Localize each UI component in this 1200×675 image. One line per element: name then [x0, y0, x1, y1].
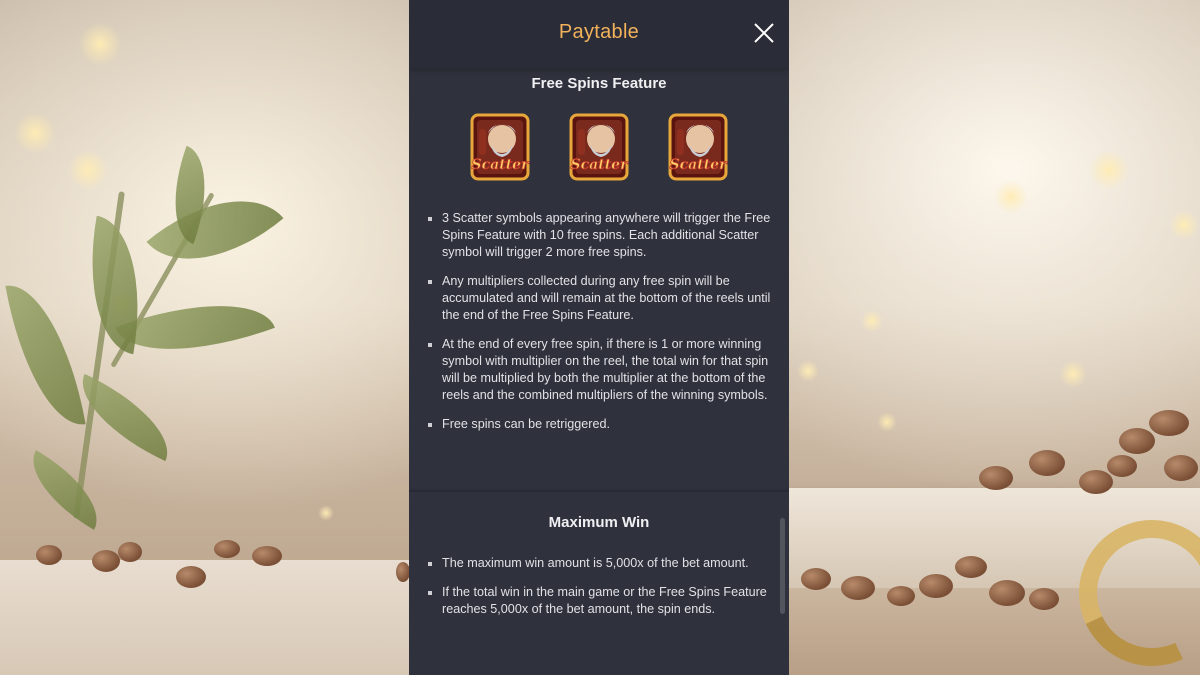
- page-title: Paytable: [558, 21, 640, 43]
- panel-header: Paytable: [409, 0, 789, 68]
- game-screen: Paytable Free Spins Feature Scatter Scat…: [0, 0, 1200, 675]
- scrollbar[interactable]: [780, 68, 785, 675]
- svg-text:Scatter: Scatter: [472, 157, 531, 173]
- close-button[interactable]: [751, 20, 777, 46]
- scatter-symbol-icon: Scatter: [568, 111, 630, 183]
- maximum-win-section: Maximum Win The maximum win amount is 5,…: [409, 490, 789, 675]
- list-item: If the total win in the main game or the…: [427, 584, 771, 618]
- maximum-win-rules: The maximum win amount is 5,000x of the …: [427, 555, 771, 630]
- paytable-content[interactable]: Free Spins Feature Scatter Scatter Scatt…: [409, 68, 789, 675]
- scatter-symbol-icon: Scatter: [469, 111, 531, 183]
- free-spins-section: Free Spins Feature Scatter Scatter Scatt…: [409, 68, 789, 488]
- scatter-symbol-icon: Scatter: [667, 111, 729, 183]
- svg-text:Scatter: Scatter: [571, 157, 630, 173]
- close-icon: [754, 23, 774, 43]
- free-spins-rules: 3 Scatter symbols appearing anywhere wil…: [427, 210, 771, 445]
- paytable-panel: Paytable Free Spins Feature Scatter Scat…: [409, 0, 789, 675]
- list-item: At the end of every free spin, if there …: [427, 336, 771, 404]
- scatter-symbols-row: Scatter Scatter Scatter: [409, 111, 789, 185]
- maximum-win-title: Maximum Win: [548, 514, 650, 531]
- list-item: The maximum win amount is 5,000x of the …: [427, 555, 771, 572]
- scrollbar-thumb[interactable]: [780, 518, 785, 614]
- list-item: Any multipliers collected during any fre…: [427, 273, 771, 324]
- svg-text:Scatter: Scatter: [670, 157, 729, 173]
- background-left: [0, 0, 410, 675]
- list-item: Free spins can be retriggered.: [427, 416, 771, 433]
- background-right: [789, 0, 1200, 675]
- free-spins-title: Free Spins Feature: [531, 75, 667, 92]
- list-item: 3 Scatter symbols appearing anywhere wil…: [427, 210, 771, 261]
